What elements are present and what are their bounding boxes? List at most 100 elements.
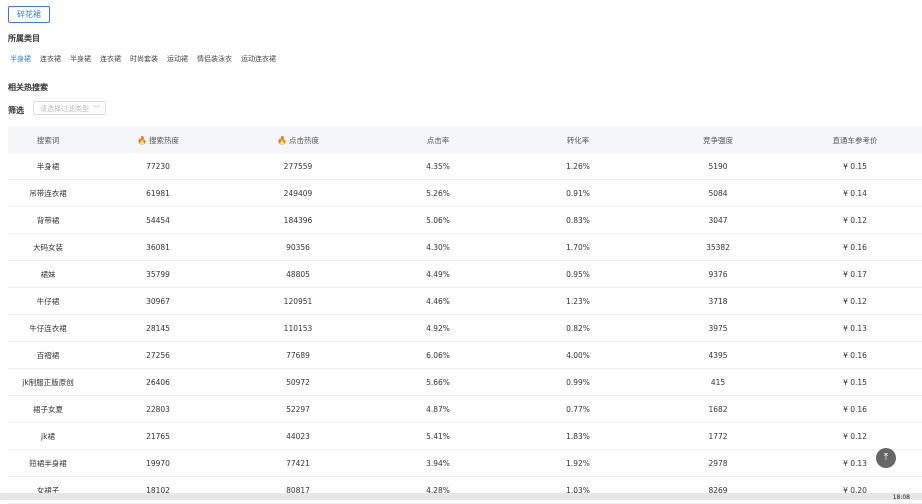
search-term-cell[interactable]: 牛仔裙 xyxy=(8,287,88,315)
back-to-top-button[interactable]: ⤒ xyxy=(876,448,896,468)
table-header-row: 搜索词 🔥 搜索热度 🔥 点击热度 点击率 转化率 竞争强度 直通车参考价 xyxy=(8,127,922,153)
table-cell: ¥ 0.13 xyxy=(788,449,922,477)
table-cell: 22803 xyxy=(88,395,228,423)
table-cell: 4.46% xyxy=(368,287,508,315)
table-row: 短裙半身裙 19970 77421 3.94% 1.92% 2978 ¥ 0.13 xyxy=(8,449,922,477)
search-term-cell[interactable]: 牛仔连衣裙 xyxy=(8,314,88,342)
category-item[interactable]: 连衣裙 xyxy=(100,54,121,64)
table-cell: 54454 xyxy=(88,206,228,234)
category-item[interactable]: 半身裙 xyxy=(10,54,31,64)
hot-search-table: 搜索词 🔥 搜索热度 🔥 点击热度 点击率 转化率 竞争强度 直通车参考价 半身裙 7… xyxy=(8,127,922,504)
table-cell: 0.77% xyxy=(508,395,648,423)
column-header[interactable]: 🔥 点击热度 xyxy=(228,127,368,153)
table-cell: 1772 xyxy=(648,422,788,450)
column-header: 转化率 xyxy=(508,127,648,153)
table-cell: 5.26% xyxy=(368,179,508,207)
table-cell: 5.66% xyxy=(368,368,508,396)
search-term-cell[interactable]: 大码女装 xyxy=(8,233,88,261)
table-cell: 277559 xyxy=(228,153,368,180)
table-cell: 4.00% xyxy=(508,341,648,369)
table-cell: ¥ 0.12 xyxy=(788,206,922,234)
table-row: 背带裙 54454 184396 5.06% 0.83% 3047 ¥ 0.12 xyxy=(8,206,922,234)
table-cell: 1.23% xyxy=(508,287,648,315)
table-cell: 1.26% xyxy=(508,153,648,180)
table-cell: 48805 xyxy=(228,260,368,288)
table-cell: 35382 xyxy=(648,233,788,261)
table-cell: 4.30% xyxy=(368,233,508,261)
table-cell: 5.41% xyxy=(368,422,508,450)
table-cell: 19970 xyxy=(88,449,228,477)
table-row: 裙子女夏 22803 52297 4.87% 0.77% 1682 ¥ 0.16 xyxy=(8,395,922,423)
table-cell: ¥ 0.16 xyxy=(788,395,922,423)
table-cell: 4.87% xyxy=(368,395,508,423)
table-cell: 184396 xyxy=(228,206,368,234)
table-row: 牛仔连衣裙 28145 110153 4.92% 0.82% 3975 ¥ 0.13 xyxy=(8,314,922,342)
table-cell: 3.94% xyxy=(368,449,508,477)
category-item[interactable]: 运动裙 xyxy=(167,54,188,64)
search-term-cell[interactable]: 裙子女夏 xyxy=(8,395,88,423)
table-cell: 44023 xyxy=(228,422,368,450)
table-cell: 5084 xyxy=(648,179,788,207)
search-term-cell[interactable]: 背带裙 xyxy=(8,206,88,234)
table-cell: 77689 xyxy=(228,341,368,369)
table-cell: 9376 xyxy=(648,260,788,288)
category-item[interactable]: 时尚套装 xyxy=(130,54,158,64)
table-cell: 4395 xyxy=(648,341,788,369)
filter-select[interactable]: 请选择过滤类型 ﹀ xyxy=(33,101,106,115)
table-row: 牛仔裙 30967 120951 4.46% 1.23% 3718 ¥ 0.12 xyxy=(8,287,922,315)
table-cell: 35799 xyxy=(88,260,228,288)
category-item[interactable]: 情侣装泳衣 xyxy=(197,54,232,64)
search-term-cell[interactable]: jk裙 xyxy=(8,422,88,450)
table-cell: 6.06% xyxy=(368,341,508,369)
table-cell: 2978 xyxy=(648,449,788,477)
table-row: 百褶裙 27256 77689 6.06% 4.00% 4395 ¥ 0.16 xyxy=(8,341,922,369)
table-cell: ¥ 0.15 xyxy=(788,153,922,180)
table-cell: 0.91% xyxy=(508,179,648,207)
category-item[interactable]: 半身裙 xyxy=(70,54,91,64)
filter-label: 筛选 xyxy=(8,106,24,115)
search-term-cell[interactable]: 吊带连衣裙 xyxy=(8,179,88,207)
table-row: jk裙 21765 44023 5.41% 1.83% 1772 ¥ 0.12 xyxy=(8,422,922,450)
category-item[interactable]: 连衣裙 xyxy=(40,54,61,64)
table-cell: ¥ 0.17 xyxy=(788,260,922,288)
table-row: jk制服正版原创 26406 50972 5.66% 0.99% 415 ¥ 0.15 xyxy=(8,368,922,396)
column-header: 点击率 xyxy=(368,127,508,153)
category-item[interactable]: 运动连衣裙 xyxy=(241,54,276,64)
table-cell: 249409 xyxy=(228,179,368,207)
table-cell: 61981 xyxy=(88,179,228,207)
table-cell: 36081 xyxy=(88,233,228,261)
table-cell: 0.95% xyxy=(508,260,648,288)
table-cell: 1682 xyxy=(648,395,788,423)
column-header[interactable]: 🔥 搜索热度 xyxy=(88,127,228,153)
table-cell: 3047 xyxy=(648,206,788,234)
table-cell: 1.83% xyxy=(508,422,648,450)
table-cell: ¥ 0.15 xyxy=(788,368,922,396)
table-cell: 1.70% xyxy=(508,233,648,261)
table-cell: ¥ 0.14 xyxy=(788,179,922,207)
search-term-cell[interactable]: 百褶裙 xyxy=(8,341,88,369)
table-row: 大码女装 36081 90356 4.30% 1.70% 35382 ¥ 0.16 xyxy=(8,233,922,261)
table-cell: 415 xyxy=(648,368,788,396)
table-cell: 120951 xyxy=(228,287,368,315)
table-cell: 27256 xyxy=(88,341,228,369)
table-cell: ¥ 0.12 xyxy=(788,287,922,315)
related-section-title: 相关热搜索 xyxy=(8,83,48,92)
fire-icon: 🔥 xyxy=(137,135,147,145)
table-cell: 28145 xyxy=(88,314,228,342)
search-term-cell[interactable]: 裙妹 xyxy=(8,260,88,288)
table-cell: 77230 xyxy=(88,153,228,180)
keyword-tag[interactable]: 碎花裙 xyxy=(8,6,50,23)
table-cell: 1.92% xyxy=(508,449,648,477)
table-cell: 3718 xyxy=(648,287,788,315)
search-term-cell[interactable]: 半身裙 xyxy=(8,153,88,180)
table-cell: 0.83% xyxy=(508,206,648,234)
table-cell: ¥ 0.16 xyxy=(788,341,922,369)
search-term-cell[interactable]: 短裙半身裙 xyxy=(8,449,88,477)
table-cell: 30967 xyxy=(88,287,228,315)
column-header: 竞争强度 xyxy=(648,127,788,153)
table-cell: 26406 xyxy=(88,368,228,396)
column-header: 直通车参考价 xyxy=(788,127,922,153)
table-cell: 110153 xyxy=(228,314,368,342)
chevron-down-icon: ﹀ xyxy=(93,105,100,113)
search-term-cell[interactable]: jk制服正版原创 xyxy=(8,368,88,396)
